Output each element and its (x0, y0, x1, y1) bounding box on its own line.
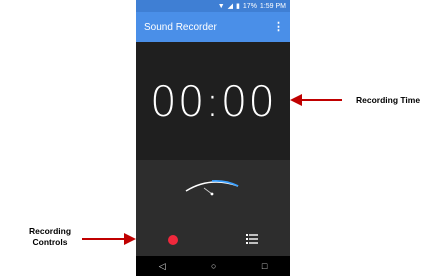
phone-screen: ▼ ◢ ▮ 17% 1:59 PM Sound Recorder ⋮ 00:00… (136, 0, 290, 276)
signal-icon: ◢ (227, 3, 234, 10)
recordings-list-icon[interactable] (246, 233, 258, 245)
recent-apps-icon[interactable]: □ (262, 261, 267, 271)
recording-time-label: Recording Time (356, 95, 421, 105)
status-time: 1:59 PM (259, 2, 286, 10)
recording-time-arrow (290, 94, 342, 106)
overflow-menu-icon[interactable]: ⋮ (273, 21, 284, 33)
back-icon[interactable]: ◁ (159, 261, 166, 272)
battery-icon: ▮ (236, 3, 240, 10)
wifi-icon: ▼ (217, 2, 225, 10)
app-title: Sound Recorder (144, 21, 217, 33)
controls-panel (136, 160, 290, 256)
record-button[interactable] (168, 235, 178, 245)
navigation-bar: ◁ ○ □ (136, 256, 290, 276)
battery-percent: 17% (242, 2, 257, 10)
timer-panel: 00:00 (136, 42, 290, 160)
recording-controls-label-line2: Controls (32, 236, 68, 247)
recording-controls-label-line1: Recording (28, 226, 72, 236)
app-bar: Sound Recorder ⋮ (136, 12, 290, 42)
home-icon[interactable]: ○ (211, 261, 216, 271)
recording-controls-arrow (82, 233, 136, 245)
status-bar: ▼ ◢ ▮ 17% 1:59 PM (136, 0, 290, 12)
level-meter-icon (185, 179, 239, 196)
recording-controls-label: Recording Controls (20, 226, 80, 247)
recording-time-display: 00:00 (149, 76, 277, 126)
